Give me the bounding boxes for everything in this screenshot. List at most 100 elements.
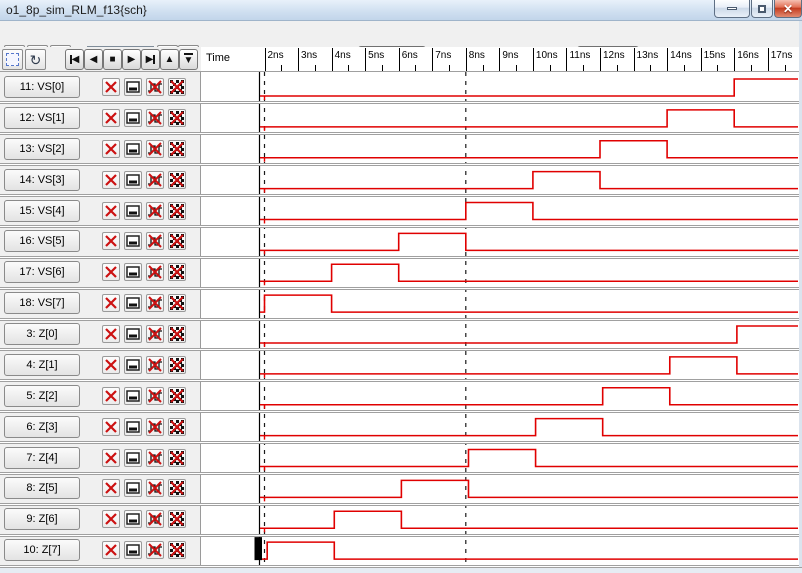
display-mode-button[interactable] bbox=[124, 108, 142, 127]
wave-view-disabled-button[interactable] bbox=[146, 263, 164, 282]
display-mode-button[interactable] bbox=[124, 170, 142, 189]
wave-view-disabled-button[interactable] bbox=[146, 417, 164, 436]
display-mode-button[interactable] bbox=[124, 386, 142, 405]
display-mode-button[interactable] bbox=[124, 294, 142, 313]
play-button[interactable]: ▶ bbox=[122, 49, 141, 70]
wave-view-disabled-button[interactable] bbox=[146, 78, 164, 96]
pattern-view-disabled-button[interactable] bbox=[168, 541, 186, 560]
wave-view-disabled-button[interactable] bbox=[146, 325, 164, 343]
pattern-view-disabled-button[interactable] bbox=[168, 170, 186, 189]
wave-view-disabled-button[interactable] bbox=[146, 201, 164, 220]
delete-signal-button[interactable] bbox=[102, 139, 120, 158]
delete-signal-button[interactable] bbox=[102, 294, 120, 313]
skip-start-icon: ◀ bbox=[71, 53, 80, 65]
delete-signal-button[interactable] bbox=[102, 386, 120, 405]
signal-name-button[interactable]: 16: VS[5] bbox=[4, 230, 80, 253]
delete-signal-button[interactable] bbox=[102, 263, 120, 282]
display-mode-button[interactable] bbox=[124, 78, 142, 96]
pattern-view-disabled-button[interactable] bbox=[168, 201, 186, 220]
signal-name-button[interactable]: 10: Z[7] bbox=[4, 539, 80, 562]
tick-major bbox=[600, 48, 601, 71]
signal-name-button[interactable]: 5: Z[2] bbox=[4, 384, 80, 407]
pattern-view-disabled-button[interactable] bbox=[168, 139, 186, 158]
delete-signal-button[interactable] bbox=[102, 541, 120, 560]
display-mode-button[interactable] bbox=[124, 201, 142, 220]
signal-name-button[interactable]: 15: VS[4] bbox=[4, 199, 80, 222]
signal-name-button[interactable]: 14: VS[3] bbox=[4, 168, 80, 191]
signal-name-button[interactable]: 17: VS[6] bbox=[4, 261, 80, 284]
wave-view-disabled-button[interactable] bbox=[146, 479, 164, 498]
minimize-button[interactable] bbox=[714, 0, 750, 18]
pattern-view-disabled-button[interactable] bbox=[168, 232, 186, 251]
titlebar[interactable]: o1_8p_sim_RLM_f13{sch} ✕ bbox=[0, 0, 802, 21]
wave-view-disabled-button[interactable] bbox=[146, 108, 164, 127]
display-mode-button[interactable] bbox=[124, 448, 142, 467]
signal-name-button[interactable]: 3: Z[0] bbox=[4, 323, 80, 345]
pattern-view-disabled-button[interactable] bbox=[168, 355, 186, 374]
pattern-view-disabled-button[interactable] bbox=[168, 448, 186, 467]
move-down-button[interactable]: ▼ bbox=[179, 49, 198, 70]
pattern-view-disabled-button[interactable] bbox=[168, 417, 186, 436]
maximize-icon bbox=[758, 4, 766, 13]
pattern-view-disabled-button[interactable] bbox=[168, 263, 186, 282]
signal-name-button[interactable]: 6: Z[3] bbox=[4, 415, 80, 438]
time-ruler[interactable]: Time 2ns 3ns 4ns 5ns 6ns 7ns 8ns 9ns 10ns 11ns 12n… bbox=[201, 47, 800, 72]
signal-name-button[interactable]: 4: Z[1] bbox=[4, 353, 80, 376]
wave-view-disabled-button[interactable] bbox=[146, 294, 164, 313]
delete-signal-button[interactable] bbox=[102, 108, 120, 127]
signal-name-button[interactable]: 11: VS[0] bbox=[4, 76, 80, 98]
tick-major bbox=[633, 48, 635, 71]
pattern-view-disabled-button[interactable] bbox=[168, 386, 186, 405]
delete-signal-button[interactable] bbox=[102, 232, 120, 251]
wave-view-disabled-button[interactable] bbox=[146, 232, 164, 251]
wave-view-disabled-button[interactable] bbox=[146, 510, 164, 529]
maximize-button[interactable] bbox=[751, 0, 773, 18]
skip-to-start-button[interactable]: ◀ bbox=[65, 49, 84, 70]
wave-view-disabled-button[interactable] bbox=[146, 139, 164, 158]
pattern-view-disabled-button[interactable] bbox=[168, 78, 186, 96]
delete-signal-button[interactable] bbox=[102, 170, 120, 189]
skip-to-end-button[interactable]: ▶ bbox=[141, 49, 160, 70]
delete-signal-button[interactable] bbox=[102, 78, 120, 96]
wave-view-disabled-button[interactable] bbox=[146, 355, 164, 374]
display-mode-button[interactable] bbox=[124, 510, 142, 529]
delete-signal-button[interactable] bbox=[102, 355, 120, 374]
signal-name-button[interactable]: 18: VS[7] bbox=[4, 292, 80, 315]
pattern-view-disabled-button[interactable] bbox=[168, 510, 186, 529]
pattern-view-disabled-button[interactable] bbox=[168, 108, 186, 127]
display-mode-button[interactable] bbox=[124, 355, 142, 374]
refresh-button[interactable]: ↻ bbox=[25, 49, 46, 70]
display-mode-button[interactable] bbox=[124, 139, 142, 158]
selection-caret[interactable] bbox=[254, 537, 263, 561]
display-mode-button[interactable] bbox=[124, 417, 142, 436]
signal-name-button[interactable]: 9: Z[6] bbox=[4, 508, 80, 531]
display-mode-button[interactable] bbox=[124, 479, 142, 498]
pattern-view-disabled-button[interactable] bbox=[168, 294, 186, 313]
display-mode-button[interactable] bbox=[124, 232, 142, 251]
wave-view-disabled-button[interactable] bbox=[146, 386, 164, 405]
signal-name-button[interactable]: 7: Z[4] bbox=[4, 446, 80, 469]
delete-signal-button[interactable] bbox=[102, 325, 120, 343]
select-region-button[interactable] bbox=[2, 49, 23, 70]
pattern-view-disabled-button[interactable] bbox=[168, 325, 186, 343]
display-mode-button[interactable] bbox=[124, 263, 142, 282]
display-mode-button[interactable] bbox=[124, 541, 142, 560]
delete-signal-button[interactable] bbox=[102, 201, 120, 220]
delete-signal-button[interactable] bbox=[102, 510, 120, 529]
step-back-button[interactable]: ◀ bbox=[84, 49, 103, 70]
signal-name-button[interactable]: 8: Z[5] bbox=[4, 477, 80, 500]
wave-view-disabled-button[interactable] bbox=[146, 541, 164, 560]
tick-major bbox=[734, 48, 736, 71]
signal-name-button[interactable]: 12: VS[1] bbox=[4, 106, 80, 129]
move-up-button[interactable]: ▲ bbox=[160, 49, 179, 70]
signal-name-button[interactable]: 13: VS[2] bbox=[4, 137, 80, 160]
delete-signal-button[interactable] bbox=[102, 479, 120, 498]
delete-signal-button[interactable] bbox=[102, 448, 120, 467]
delete-signal-button[interactable] bbox=[102, 417, 120, 436]
wave-view-disabled-button[interactable] bbox=[146, 448, 164, 467]
pattern-view-disabled-button[interactable] bbox=[168, 479, 186, 498]
stop-button[interactable]: ■ bbox=[103, 49, 122, 70]
display-mode-button[interactable] bbox=[124, 325, 142, 343]
wave-view-disabled-button[interactable] bbox=[146, 170, 164, 189]
close-button[interactable]: ✕ bbox=[774, 0, 802, 18]
